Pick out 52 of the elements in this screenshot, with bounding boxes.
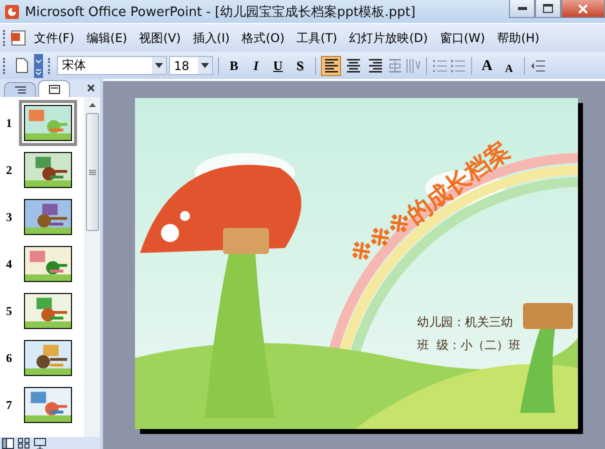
caret-icon	[201, 63, 209, 68]
menu-item[interactable]: 幻灯片放映(D)	[343, 28, 434, 48]
slide-icon	[48, 84, 60, 94]
shrink-font-button[interactable]: A	[499, 56, 519, 76]
font-name-field[interactable]: 宋体	[57, 56, 167, 75]
bold-button[interactable]: B	[224, 56, 244, 76]
minimize-icon	[518, 7, 526, 10]
grip-icon	[88, 170, 96, 174]
toolbar-options-icon[interactable]	[34, 54, 43, 78]
maximize-icon	[543, 4, 553, 13]
font-size-field[interactable]: 18	[169, 56, 213, 75]
grow-font-button[interactable]: A	[477, 56, 497, 76]
scrollbar[interactable]	[84, 97, 100, 437]
slide-number: 2	[6, 162, 13, 178]
close-icon	[578, 4, 588, 14]
close-icon[interactable]	[87, 84, 95, 92]
slide-sorter-icon[interactable]	[18, 438, 30, 449]
menu-item[interactable]: 文件(F)	[28, 28, 80, 48]
menu-item[interactable]: 格式(O)	[236, 28, 291, 48]
slide-number: 1	[6, 116, 13, 130]
outline-tab[interactable]	[4, 82, 36, 97]
close-button[interactable]	[561, 0, 605, 18]
slide-show-icon[interactable]	[34, 438, 46, 449]
slide-number: 3	[6, 210, 13, 224]
menu-item[interactable]: 视图(V)	[133, 28, 187, 48]
shadow-button[interactable]: S	[290, 56, 310, 76]
align-left-button[interactable]	[321, 56, 341, 76]
slide-text: 班 级：小（二）班	[417, 337, 521, 354]
slides-tab[interactable]	[38, 80, 70, 97]
normal-view-icon[interactable]	[2, 438, 14, 449]
slide-number: 5	[6, 304, 13, 318]
slide-number: 6	[6, 350, 13, 366]
italic-button[interactable]: I	[246, 56, 266, 76]
menu-item[interactable]: 窗口(W)	[434, 28, 492, 48]
caret-icon	[155, 63, 163, 68]
minimize-button[interactable]	[509, 0, 535, 18]
maximize-button[interactable]	[535, 0, 561, 18]
indent-icon[interactable]	[530, 58, 546, 74]
window-title: Microsoft Office PowerPoint - [幼儿园宝宝成长档案ppt模板.ppt]	[25, 4, 416, 20]
underline-button[interactable]: U	[268, 56, 288, 76]
scroll-up-icon[interactable]	[88, 103, 96, 107]
slide-text: 幼儿园：机关三幼	[417, 314, 514, 331]
outline-icon	[14, 86, 26, 94]
slide-number: 4	[6, 256, 13, 272]
menu-item[interactable]: 编辑(E)	[80, 28, 134, 48]
slide-thumbnail[interactable]	[19, 100, 77, 146]
menu-item[interactable]: 插入(I)	[186, 28, 236, 48]
powerpoint-icon	[4, 4, 20, 20]
menu-item[interactable]: 工具(T)	[290, 28, 344, 48]
slide-number: 7	[6, 398, 13, 412]
menu-item[interactable]: 帮助(H)	[491, 28, 546, 48]
document-icon[interactable]	[10, 30, 28, 46]
